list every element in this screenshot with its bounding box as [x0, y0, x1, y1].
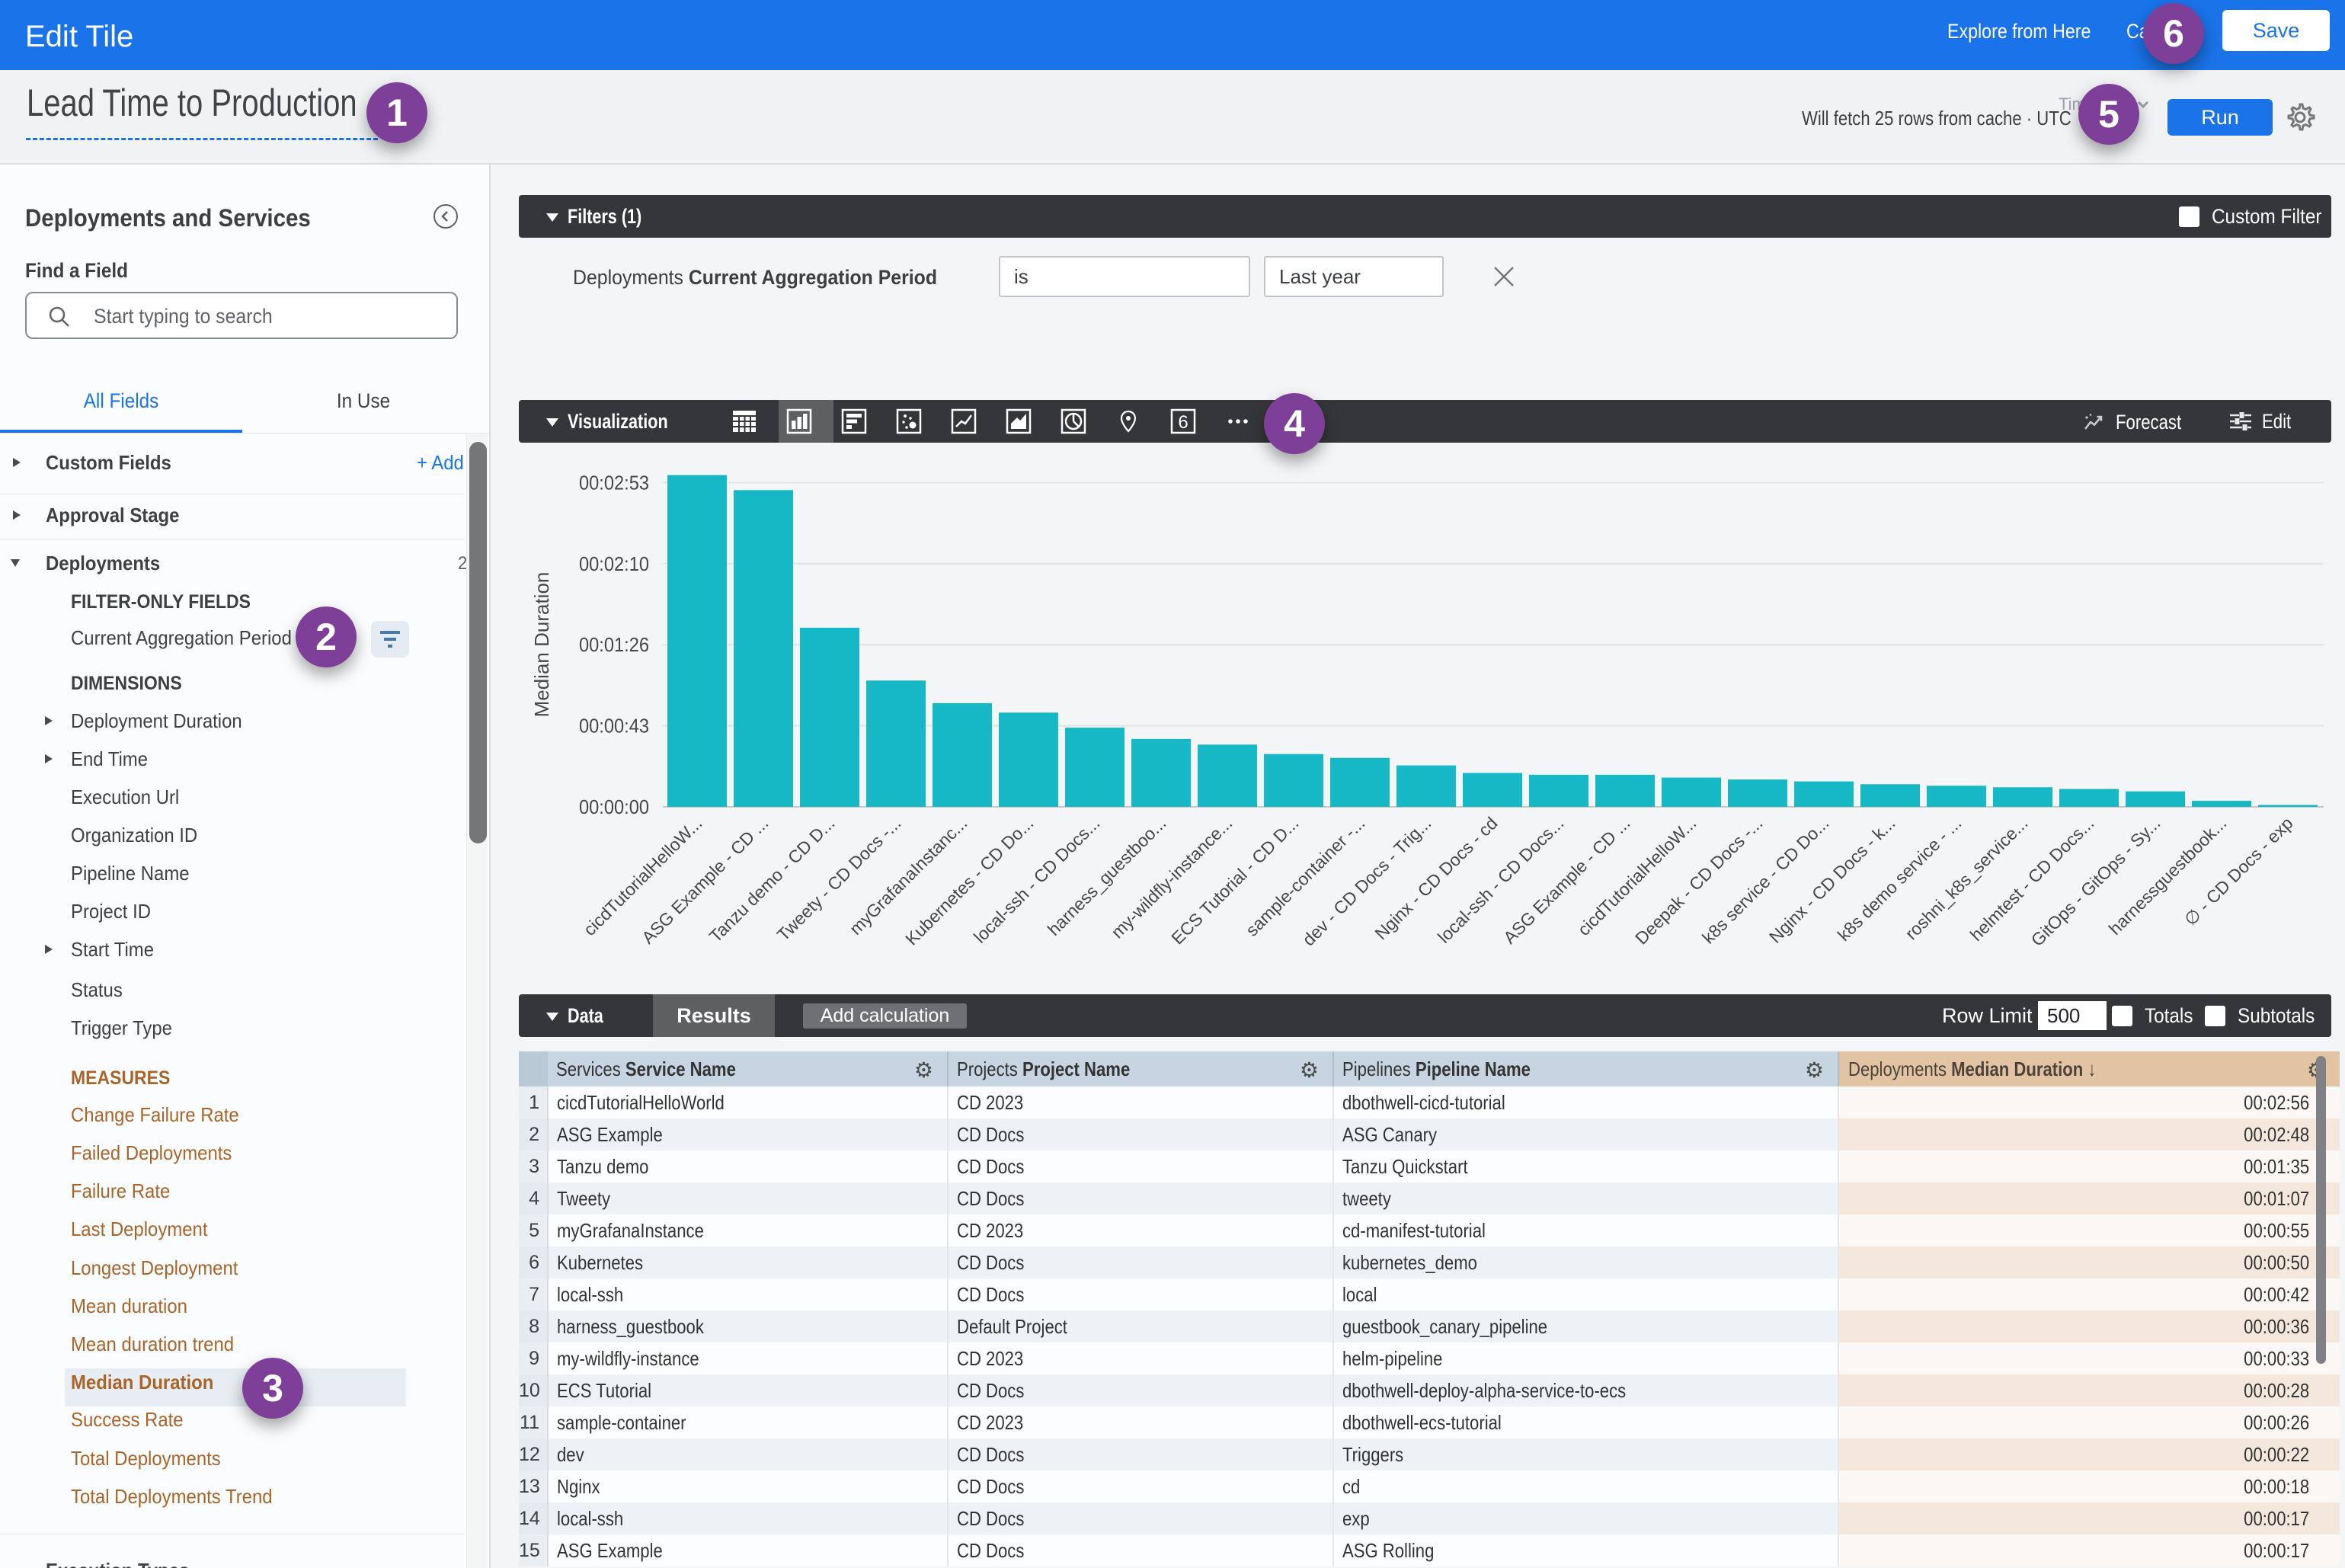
svg-text:Tanzu demo - CD D...: Tanzu demo - CD D...	[705, 813, 839, 946]
svg-text:Tweety - CD Docs -...: Tweety - CD Docs -...	[773, 813, 905, 945]
svg-text:cicdTutorialHelloW...: cicdTutorialHelloW...	[1574, 813, 1700, 939]
svg-text:harnessguestbook...: harnessguestbook...	[2105, 813, 2231, 939]
svg-text:harness_guestboo...: harness_guestboo...	[1044, 813, 1170, 939]
svg-text:myGrafanaInstanc...: myGrafanaInstanc...	[846, 813, 971, 939]
svg-text:sample-container -...: sample-container -...	[1242, 813, 1369, 940]
svg-text:roshni_k8s_service...: roshni_k8s_service...	[1901, 813, 2031, 943]
svg-text:00:02:10: 00:02:10	[579, 552, 649, 575]
svg-text:ASG Example - CD ...: ASG Example - CD ...	[638, 813, 773, 948]
svg-text:k8s service - CD Do...: k8s service - CD Do...	[1698, 813, 1833, 948]
svg-text:Nginx - CD Docs - cd: Nginx - CD Docs - cd	[1371, 813, 1501, 943]
svg-text:Kubernetes - CD Do...: Kubernetes - CD Do...	[901, 813, 1037, 949]
svg-text:Deepak - CD Docs -...: Deepak - CD Docs -...	[1631, 813, 1766, 948]
svg-text:local-ssh - CD Docs...: local-ssh - CD Docs...	[1434, 813, 1568, 947]
svg-text:dev - CD Docs - Trig...: dev - CD Docs - Trig...	[1298, 813, 1435, 949]
svg-text:GitOps - GitOps - Sy...: GitOps - GitOps - Sy...	[2027, 813, 2164, 950]
svg-text:00:01:26: 00:01:26	[579, 633, 649, 656]
svg-text:helmtest - CD Docs...: helmtest - CD Docs...	[1966, 813, 2098, 945]
svg-text:Nginx - CD Docs - k...: Nginx - CD Docs - k...	[1765, 813, 1899, 947]
svg-text:6: 6	[1178, 412, 1188, 433]
svg-text:ASG Example - CD ...: ASG Example - CD ...	[1499, 813, 1634, 948]
svg-text:00:02:53: 00:02:53	[579, 471, 649, 494]
svg-text:00:00:43: 00:00:43	[579, 715, 649, 738]
svg-text:cicdTutorialHelloW...: cicdTutorialHelloW...	[580, 813, 706, 939]
svg-text:∅ - CD Docs - exp: ∅ - CD Docs - exp	[2180, 813, 2297, 930]
svg-text:Median Duration: Median Duration	[530, 572, 553, 718]
svg-text:my-wildfly-instance...: my-wildfly-instance...	[1107, 813, 1236, 942]
svg-text:local-ssh - CD Docs...: local-ssh - CD Docs...	[970, 813, 1104, 947]
svg-text:ECS Tutorial - CD D...: ECS Tutorial - CD D...	[1167, 813, 1302, 948]
svg-text:k8s demo service - ...: k8s demo service - ...	[1834, 813, 1966, 945]
svg-text:00:00:00: 00:00:00	[579, 795, 649, 818]
